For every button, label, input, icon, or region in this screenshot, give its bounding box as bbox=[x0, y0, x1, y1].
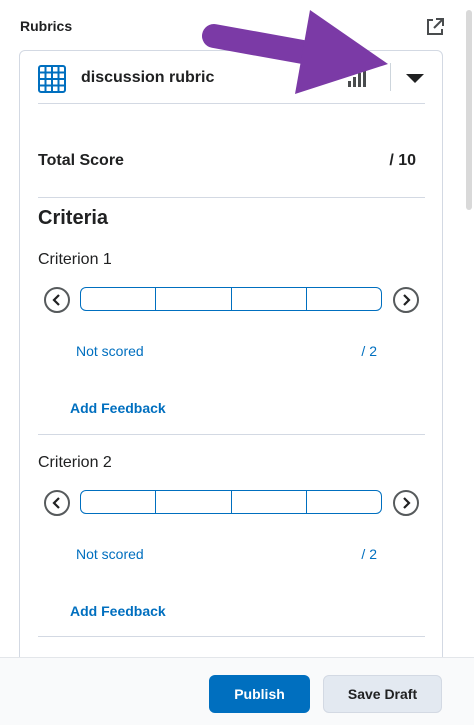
criterion-1: Criterion 1 Not scored / 2 Add Feedback bbox=[20, 251, 442, 451]
criterion-2: Criterion 2 Not scored / 2 Add Feedback bbox=[20, 454, 442, 654]
level-option[interactable] bbox=[156, 288, 232, 310]
criteria-heading: Criteria bbox=[38, 207, 109, 229]
level-option[interactable] bbox=[81, 491, 157, 513]
next-level-button[interactable] bbox=[393, 287, 419, 313]
criterion-score[interactable]: / 2 bbox=[361, 343, 377, 359]
level-option[interactable] bbox=[156, 491, 232, 513]
rubric-card: discussion rubric Total Score / 10 Crite… bbox=[19, 50, 443, 692]
level-option[interactable] bbox=[232, 491, 307, 513]
criterion-status[interactable]: Not scored bbox=[76, 343, 144, 359]
footer-bar: Publish Save Draft bbox=[0, 657, 474, 725]
level-option[interactable] bbox=[232, 288, 307, 310]
level-option[interactable] bbox=[307, 288, 381, 310]
previous-level-button[interactable] bbox=[44, 490, 70, 516]
level-selector bbox=[80, 490, 382, 514]
divider bbox=[38, 636, 425, 637]
divider bbox=[38, 434, 425, 435]
divider bbox=[38, 103, 425, 104]
scrollbar[interactable] bbox=[466, 10, 472, 210]
criterion-status[interactable]: Not scored bbox=[76, 546, 144, 562]
add-feedback-link[interactable]: Add Feedback bbox=[70, 603, 166, 619]
previous-level-button[interactable] bbox=[44, 287, 70, 313]
divider bbox=[38, 197, 425, 198]
level-option[interactable] bbox=[81, 288, 157, 310]
rubrics-panel-title: Rubrics bbox=[20, 18, 73, 34]
external-link-icon[interactable] bbox=[425, 17, 445, 37]
save-draft-button[interactable]: Save Draft bbox=[323, 675, 442, 713]
caret-down-icon[interactable] bbox=[402, 67, 428, 89]
level-option[interactable] bbox=[307, 491, 381, 513]
rubric-name: discussion rubric bbox=[81, 69, 215, 86]
rubric-header: discussion rubric bbox=[20, 51, 442, 103]
header-divider bbox=[390, 63, 391, 91]
criterion-score[interactable]: / 2 bbox=[361, 546, 377, 562]
chevron-left-icon bbox=[52, 497, 60, 509]
level-selector bbox=[80, 287, 382, 311]
add-feedback-link[interactable]: Add Feedback bbox=[70, 400, 166, 416]
chevron-right-icon bbox=[403, 497, 411, 509]
signal-bars-icon bbox=[347, 67, 369, 87]
criterion-name: Criterion 2 bbox=[38, 454, 112, 471]
chevron-right-icon bbox=[403, 294, 411, 306]
total-score-value: / 10 bbox=[389, 152, 416, 169]
publish-button[interactable]: Publish bbox=[209, 675, 310, 713]
criterion-name: Criterion 1 bbox=[38, 251, 112, 268]
total-score-label: Total Score bbox=[38, 152, 124, 169]
grid-icon bbox=[38, 65, 66, 93]
chevron-left-icon bbox=[52, 294, 60, 306]
next-level-button[interactable] bbox=[393, 490, 419, 516]
